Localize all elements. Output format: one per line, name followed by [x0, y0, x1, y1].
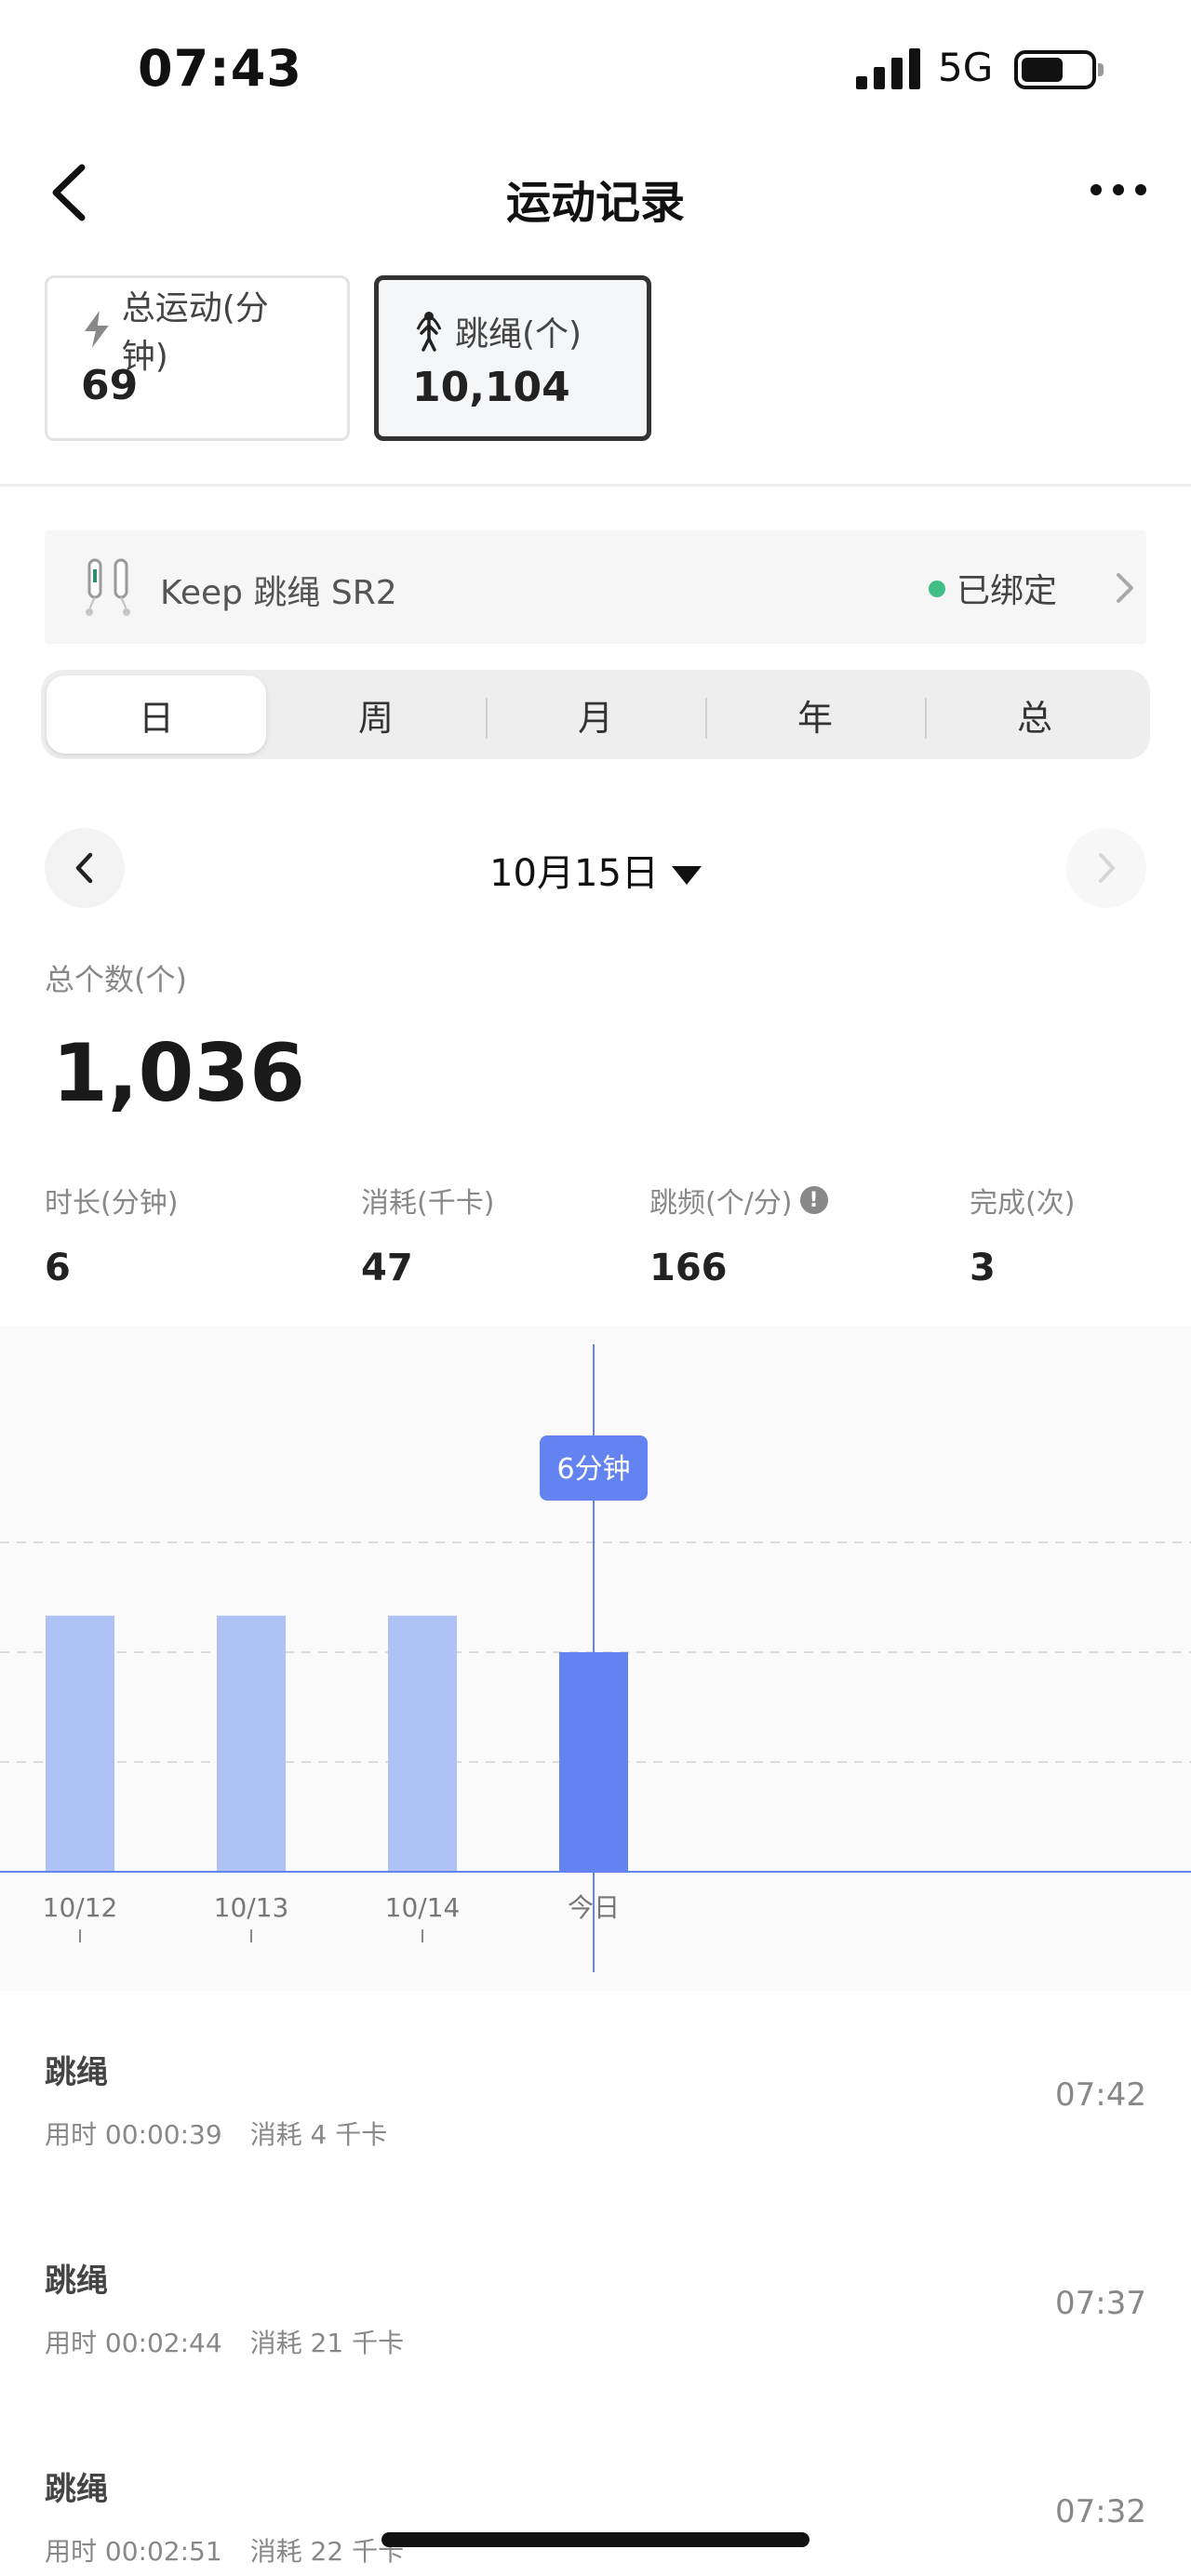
- home-indicator: [381, 2532, 810, 2547]
- tab-year[interactable]: 年: [705, 675, 925, 754]
- tab-month[interactable]: 月: [486, 675, 705, 754]
- metric-frequency-label: 跳频(个/分): [649, 1187, 793, 1220]
- jump-rope-icon: [416, 312, 442, 352]
- record-duration: 用时 00:02:44: [45, 2328, 222, 2358]
- metric-calories-value: 47: [361, 1247, 413, 1289]
- metric-calories: 消耗(千卡) 47: [361, 1180, 494, 1289]
- period-tabs: 日 周 月 年 总: [41, 670, 1150, 759]
- daily-chart[interactable]: 10/12 10/13 10/14 今日 6分钟: [0, 1326, 1191, 1991]
- bar-chart: 10/12 10/13 10/14 今日 6分钟: [0, 1344, 1191, 1972]
- record-calories: 消耗 4 千卡: [249, 2119, 388, 2150]
- record-time: 07:32: [1055, 2493, 1146, 2530]
- total-exercise-label: 总运动(分钟): [121, 289, 269, 376]
- metric-duration: 时长(分钟) 6: [45, 1180, 178, 1289]
- metric-calories-label: 消耗(千卡): [361, 1187, 495, 1220]
- metric-completed-value: 3: [970, 1247, 996, 1289]
- device-status: 已绑定: [957, 572, 1058, 610]
- chart-bar: [217, 1615, 286, 1872]
- x-tick-label: 10/13: [214, 1892, 289, 1923]
- total-count-value: 1,036: [52, 1027, 306, 1120]
- tab-all[interactable]: 总: [925, 675, 1144, 754]
- record-duration: 用时 00:00:39: [45, 2119, 222, 2150]
- record-item[interactable]: 跳绳 用时 00:02:51 消耗 22 千卡 07:32: [45, 2463, 1146, 2576]
- x-tick-label: 10/14: [385, 1892, 461, 1923]
- info-icon[interactable]: !: [799, 1186, 828, 1214]
- metric-duration-label: 时长(分钟): [45, 1187, 179, 1220]
- total-exercise-card[interactable]: 总运动(分钟) 69: [45, 275, 350, 441]
- record-time: 07:37: [1055, 2285, 1146, 2322]
- record-item[interactable]: 跳绳 用时 00:02:44 消耗 21 千卡 07:37: [45, 2255, 1146, 2385]
- device-row[interactable]: Keep 跳绳 SR2 已绑定: [45, 530, 1146, 644]
- record-title: 跳绳: [45, 2054, 108, 2091]
- lightning-icon: [84, 311, 109, 348]
- tooltip-label: 6分钟: [556, 1453, 630, 1486]
- more-icon[interactable]: [1089, 171, 1148, 208]
- status-time: 07:43: [138, 39, 302, 98]
- caret-down-icon: [671, 866, 702, 885]
- metric-frequency: 跳频(个/分)! 166: [649, 1180, 828, 1289]
- x-tick-label: 今日: [568, 1892, 620, 1923]
- record-item[interactable]: 跳绳 用时 00:00:39 消耗 4 千卡 07:42: [45, 2047, 1146, 2177]
- jump-rope-device-icon: [86, 558, 130, 616]
- chart-bar: [559, 1652, 628, 1872]
- chevron-right-icon: [1099, 853, 1115, 883]
- tab-day[interactable]: 日: [47, 675, 266, 754]
- chart-bar: [388, 1615, 457, 1872]
- date-label: 10月15日: [489, 852, 659, 895]
- record-title: 跳绳: [45, 2471, 108, 2508]
- record-duration: 用时 00:02:51: [45, 2536, 222, 2567]
- jump-rope-card[interactable]: 跳绳(个) 10,104: [374, 275, 651, 441]
- battery-icon: [1014, 50, 1104, 89]
- x-tick-label: 10/12: [43, 1892, 118, 1923]
- chart-bar: [46, 1615, 114, 1872]
- next-date-button[interactable]: [1066, 828, 1146, 908]
- date-picker[interactable]: 10月15日: [0, 843, 1191, 897]
- record-calories: 消耗 21 千卡: [249, 2328, 405, 2358]
- page-title: 运动记录: [505, 177, 685, 229]
- total-count-label: 总个数(个): [45, 962, 187, 997]
- record-time: 07:42: [1055, 2076, 1146, 2114]
- chevron-right-icon: [1117, 573, 1133, 603]
- metric-frequency-value: 166: [649, 1247, 728, 1289]
- section-divider: [0, 484, 1191, 487]
- jump-rope-value: 10,104: [412, 364, 570, 411]
- tab-week[interactable]: 周: [266, 675, 486, 754]
- jump-rope-label: 跳绳(个): [455, 315, 582, 354]
- network-type: 5G: [938, 45, 994, 90]
- metric-completed-label: 完成(次): [970, 1187, 1076, 1220]
- signal-icon: [856, 48, 920, 89]
- metric-duration-value: 6: [45, 1247, 71, 1289]
- record-title: 跳绳: [45, 2262, 108, 2300]
- device-name: Keep 跳绳 SR2: [160, 574, 397, 612]
- bound-status-dot: [929, 581, 945, 597]
- metric-completed: 完成(次) 3: [970, 1180, 1075, 1289]
